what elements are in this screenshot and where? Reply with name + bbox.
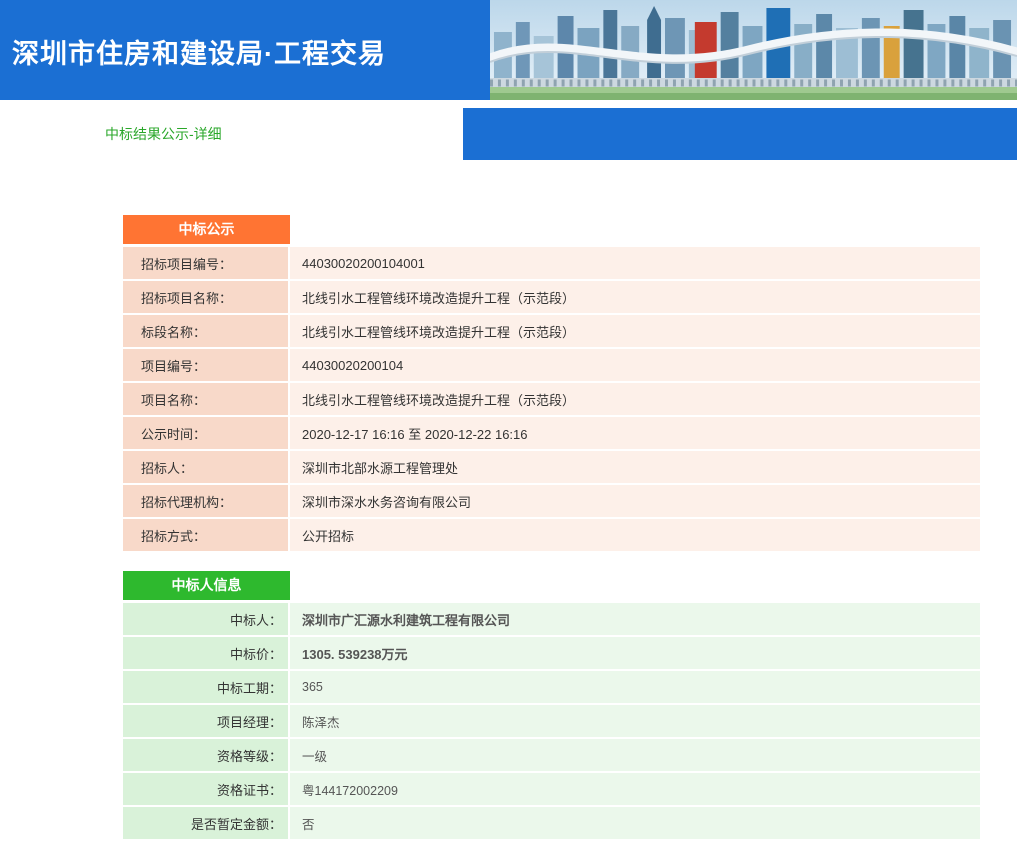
row-value: 一级 <box>290 739 980 771</box>
row-value: 粤144172002209 <box>290 773 980 805</box>
row-value: 深圳市深水水务咨询有限公司 <box>290 485 980 517</box>
row-label: 标段名称： <box>123 315 288 347</box>
row-label: 项目经理： <box>123 705 288 737</box>
table-row: 项目经理： 陈泽杰 <box>123 705 980 737</box>
row-value: 深圳市北部水源工程管理处 <box>290 451 980 483</box>
row-label: 资格证书： <box>123 773 288 805</box>
row-label: 资格等级： <box>123 739 288 771</box>
breadcrumb-fill-bar <box>463 108 1017 160</box>
row-label: 招标项目名称： <box>123 281 288 313</box>
row-label: 项目名称： <box>123 383 288 415</box>
row-value: 2020-12-17 16:16 至 2020-12-22 16:16 <box>290 417 980 449</box>
bid-announcement-table: 招标项目编号： 44030020200104001 招标项目名称： 北线引水工程… <box>123 247 980 551</box>
table-row: 项目名称： 北线引水工程管线环境改造提升工程（示范段） <box>123 383 980 415</box>
table-row: 公示时间： 2020-12-17 16:16 至 2020-12-22 16:1… <box>123 417 980 449</box>
row-value: 44030020200104 <box>290 349 980 381</box>
row-label: 项目编号： <box>123 349 288 381</box>
row-label: 招标人： <box>123 451 288 483</box>
row-label: 招标方式： <box>123 519 288 551</box>
row-label: 公示时间： <box>123 417 288 449</box>
table-row: 招标方式： 公开招标 <box>123 519 980 551</box>
table-row: 资格证书： 粤144172002209 <box>123 773 980 805</box>
row-value: 44030020200104001 <box>290 247 980 279</box>
table-row: 招标项目编号： 44030020200104001 <box>123 247 980 279</box>
row-value: 1305. 539238万元 <box>290 637 980 669</box>
row-label: 招标代理机构： <box>123 485 288 517</box>
row-value: 北线引水工程管线环境改造提升工程（示范段） <box>290 383 980 415</box>
table-row: 中标价： 1305. 539238万元 <box>123 637 980 669</box>
row-label: 中标价： <box>123 637 288 669</box>
winner-info-table: 中标人： 深圳市广汇源水利建筑工程有限公司 中标价： 1305. 539238万… <box>123 603 980 839</box>
bid-announcement-section-title: 中标公示 <box>123 215 290 244</box>
table-row: 资格等级： 一级 <box>123 739 980 771</box>
page: 深圳市住房和建设局·工程交易 <box>0 0 1017 861</box>
site-title: 深圳市住房和建设局·工程交易 <box>0 0 1017 71</box>
breadcrumb-bar: 中标结果公示-详细 <box>0 108 1017 160</box>
row-label: 中标人： <box>123 603 288 635</box>
row-value: 北线引水工程管线环境改造提升工程（示范段） <box>290 281 980 313</box>
table-row: 标段名称： 北线引水工程管线环境改造提升工程（示范段） <box>123 315 980 347</box>
row-value: 陈泽杰 <box>290 705 980 737</box>
row-value: 深圳市广汇源水利建筑工程有限公司 <box>290 603 980 635</box>
row-label: 中标工期： <box>123 671 288 703</box>
bid-announcement-section: 中标公示 招标项目编号： 44030020200104001 招标项目名称： 北… <box>123 215 980 551</box>
winner-info-section-title: 中标人信息 <box>123 571 290 600</box>
table-row: 是否暂定金额： 否 <box>123 807 980 839</box>
breadcrumb-label: 中标结果公示-详细 <box>105 124 222 144</box>
table-row: 中标人： 深圳市广汇源水利建筑工程有限公司 <box>123 603 980 635</box>
row-value: 北线引水工程管线环境改造提升工程（示范段） <box>290 315 980 347</box>
row-label: 是否暂定金额： <box>123 807 288 839</box>
page-header: 深圳市住房和建设局·工程交易 <box>0 0 1017 100</box>
table-row: 招标代理机构： 深圳市深水水务咨询有限公司 <box>123 485 980 517</box>
table-row: 中标工期： 365 <box>123 671 980 703</box>
table-row: 项目编号： 44030020200104 <box>123 349 980 381</box>
main-content: 中标公示 招标项目编号： 44030020200104001 招标项目名称： 北… <box>0 160 1017 861</box>
winner-info-section: 中标人信息 中标人： 深圳市广汇源水利建筑工程有限公司 中标价： 1305. 5… <box>123 571 980 839</box>
row-value: 公开招标 <box>290 519 980 551</box>
table-row: 招标项目名称： 北线引水工程管线环境改造提升工程（示范段） <box>123 281 980 313</box>
row-value: 否 <box>290 807 980 839</box>
table-row: 招标人： 深圳市北部水源工程管理处 <box>123 451 980 483</box>
row-value: 365 <box>290 671 980 703</box>
row-label: 招标项目编号： <box>123 247 288 279</box>
breadcrumb: 中标结果公示-详细 <box>0 108 463 160</box>
